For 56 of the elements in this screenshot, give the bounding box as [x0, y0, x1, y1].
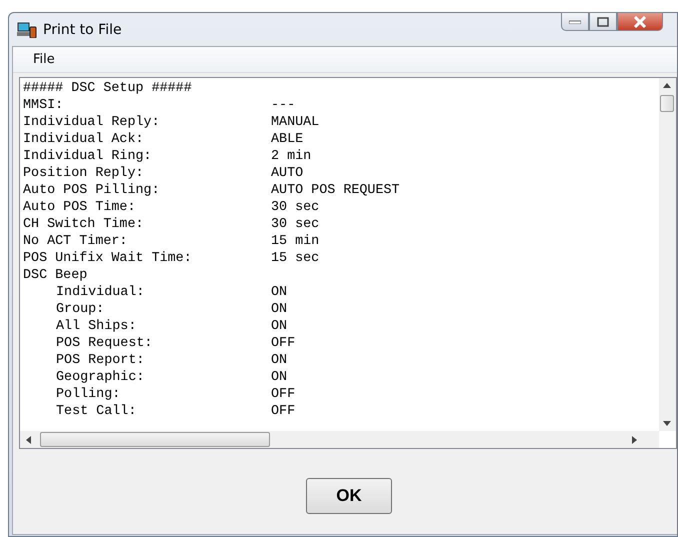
setting-label: POS Request: [56, 335, 154, 352]
minimize-icon [569, 20, 581, 24]
setting-label: No ACT Timer: [23, 233, 128, 250]
printer-icon [17, 22, 37, 38]
setting-label: Group: [56, 301, 106, 318]
setting-label: POS Report: [56, 352, 146, 369]
setting-value: --- [271, 97, 296, 114]
setting-value: OFF [271, 403, 296, 420]
setting-label: Geographic: [56, 369, 146, 386]
document-heading: ##### DSC Setup ##### [23, 80, 193, 97]
minimize-button[interactable] [561, 12, 589, 31]
setting-value: ON [271, 301, 288, 318]
setting-label: Test Call: [56, 403, 138, 420]
setting-label: Individual: [56, 284, 146, 301]
maximize-icon [597, 16, 609, 26]
setting-value: AUTO POS REQUEST [271, 182, 401, 199]
setting-value: 2 min [271, 148, 312, 165]
setting-label: Polling: [56, 386, 122, 403]
setting-label: Individual Ack: [23, 131, 145, 148]
setting-label: CH Switch Time: [23, 216, 145, 233]
setting-value: OFF [271, 386, 296, 403]
setting-label: DSC Beep [23, 267, 88, 284]
setting-value: ON [271, 284, 288, 301]
scroll-up-icon[interactable] [663, 83, 671, 88]
setting-value: 15 min [271, 233, 320, 250]
setting-value: 30 sec [271, 199, 320, 216]
setting-label: Auto POS Pilling: [23, 182, 161, 199]
setting-value: ON [271, 318, 288, 335]
window-title: Print to File [43, 22, 122, 38]
setting-value: ON [271, 352, 288, 369]
setting-value: ABLE [271, 131, 304, 148]
setting-value: ON [271, 369, 288, 386]
scroll-right-icon[interactable] [632, 436, 637, 444]
setting-label: Auto POS Time: [23, 199, 136, 216]
scroll-thumb[interactable] [660, 95, 674, 112]
setting-value: MANUAL [271, 114, 320, 131]
setting-label: All Ships: [56, 318, 138, 335]
maximize-button[interactable] [589, 12, 617, 31]
scroll-thumb[interactable] [40, 432, 270, 447]
setting-value: 15 sec [271, 250, 320, 267]
setting-value: AUTO [271, 165, 304, 182]
horizontal-scrollbar[interactable] [20, 431, 659, 448]
setting-label: Individual Reply: [23, 114, 161, 131]
close-icon [633, 16, 647, 28]
ok-button[interactable]: OK [306, 478, 392, 514]
setting-label: Individual Ring: [23, 148, 153, 165]
setting-value: OFF [271, 335, 296, 352]
setting-label: POS Unifix Wait Time: [23, 250, 193, 267]
scroll-down-icon[interactable] [663, 421, 671, 426]
setting-value: 30 sec [271, 216, 320, 233]
setting-label: MMSI: [23, 97, 64, 114]
setting-label: Position Reply: [23, 165, 145, 182]
menu-item[interactable]: File [19, 52, 69, 67]
scroll-left-icon[interactable] [26, 436, 31, 444]
close-button[interactable] [617, 12, 663, 31]
vertical-scrollbar[interactable] [659, 78, 676, 431]
